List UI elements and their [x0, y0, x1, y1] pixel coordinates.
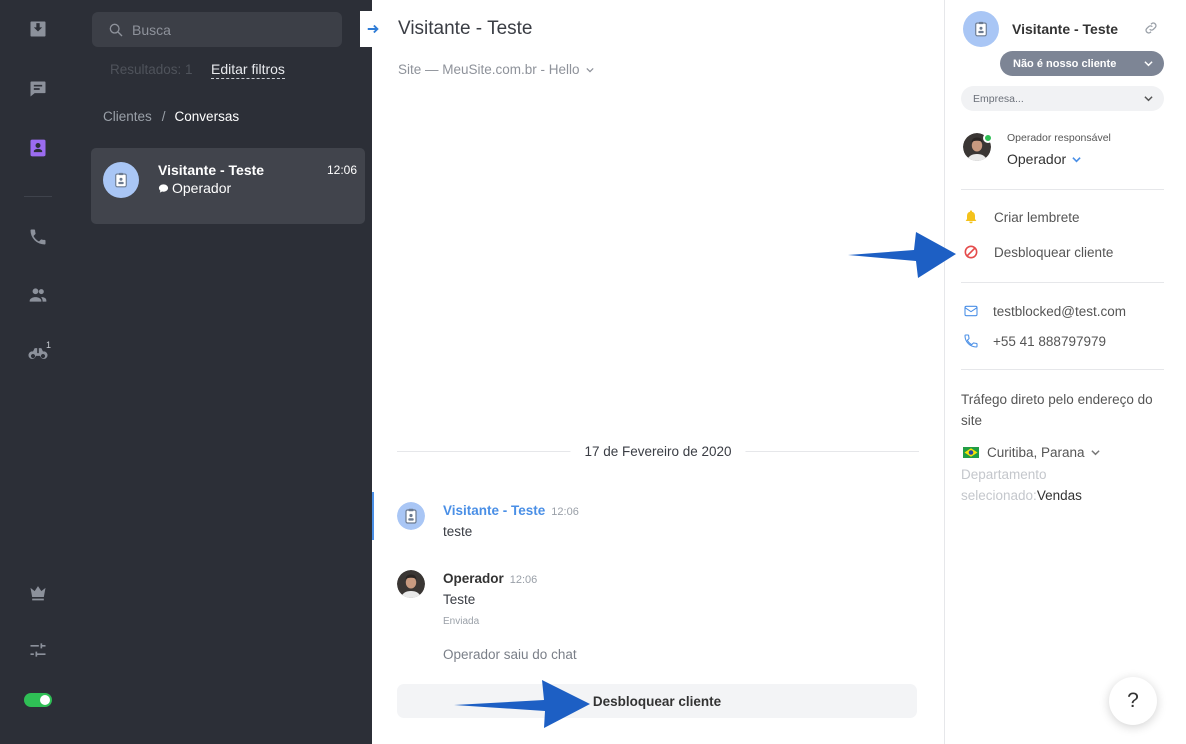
- visitor-avatar-small: [397, 502, 425, 530]
- phone-icon[interactable]: [26, 225, 50, 249]
- operator-name: Operador: [1007, 151, 1067, 167]
- brazil-flag-icon: [963, 447, 979, 458]
- message-text: teste: [443, 524, 473, 539]
- client-status-dropdown[interactable]: Não é nosso cliente: [1000, 51, 1164, 76]
- contacts-icon[interactable]: [26, 136, 50, 160]
- conversation-list-panel: Resultados: 1 Editar filtros Clientes / Co…: [77, 0, 372, 744]
- unblock-client-button[interactable]: Desbloquear cliente: [397, 684, 917, 718]
- email-row[interactable]: testblocked@test.com: [963, 303, 1126, 319]
- phone-value: +55 41 888797979: [993, 333, 1106, 349]
- settings-sliders-icon[interactable]: [26, 638, 50, 662]
- selected-message-indicator: [372, 492, 374, 540]
- speech-bubble-icon: [158, 183, 169, 193]
- message-time: 12:06: [509, 574, 538, 586]
- department-info: Departamento selecionado:Vendas: [961, 464, 1101, 506]
- email-value: testblocked@test.com: [993, 303, 1127, 319]
- client-avatar: [963, 11, 999, 47]
- results-count: Resultados: 1: [110, 62, 193, 77]
- conversation-subtitle: Operador: [158, 180, 231, 196]
- visitor-avatar: [103, 162, 139, 198]
- operator-label: Operador responsável: [1007, 132, 1111, 144]
- chevron-down-icon: [1072, 156, 1081, 162]
- chat-source-dropdown[interactable]: Site — MeuSite.com.br - Hello: [398, 62, 594, 77]
- location-value: Curitiba, Parana: [987, 445, 1085, 460]
- chat-title: Visitante - Teste: [398, 18, 533, 39]
- chat-panel: Visitante - Teste Site — MeuSite.com.br …: [372, 0, 944, 744]
- divider: [961, 189, 1164, 190]
- breadcrumb-separator: /: [161, 109, 166, 124]
- unblock-client-label: Desbloquear cliente: [994, 244, 1114, 260]
- chevron-down-icon: [1090, 450, 1100, 456]
- message-author: Visitante - Teste 12:06: [443, 503, 579, 518]
- conversation-subtitle-text: Operador: [172, 180, 232, 196]
- date-separator: 17 de Fevereiro de 2020: [397, 440, 919, 464]
- message-status: Enviada: [443, 616, 480, 627]
- message-author-name: Visitante - Teste: [443, 503, 546, 518]
- email-icon: [963, 303, 979, 319]
- create-reminder-action[interactable]: Criar lembrete: [963, 209, 1080, 225]
- clipboard-icon: [115, 172, 127, 188]
- rail-divider: [24, 196, 52, 197]
- conversation-name: Visitante - Teste: [158, 162, 265, 178]
- help-button[interactable]: ?: [1109, 677, 1157, 725]
- bell-icon: [963, 209, 979, 225]
- date-separator-label: 17 de Fevereiro de 2020: [570, 444, 746, 459]
- icon-rail: 1: [0, 0, 77, 744]
- client-name: Visitante - Teste: [1012, 21, 1119, 37]
- breadcrumb-conversas: Conversas: [174, 109, 240, 124]
- chat-source-text: Site — MeuSite.com.br - Hello: [398, 62, 580, 77]
- breadcrumb-clientes[interactable]: Clientes: [103, 109, 152, 124]
- chevron-down-icon: [1144, 96, 1153, 102]
- conversation-list-item[interactable]: Visitante - Teste 12:06 Operador: [91, 148, 365, 224]
- chat-icon[interactable]: [26, 77, 50, 101]
- unblock-client-action[interactable]: Desbloquear cliente: [963, 244, 1113, 260]
- divider: [961, 282, 1164, 283]
- search-box[interactable]: [92, 12, 342, 47]
- phone-icon: [963, 333, 979, 349]
- online-indicator: [983, 133, 993, 143]
- client-status-label: Não é nosso cliente: [1013, 57, 1117, 70]
- online-status-toggle[interactable]: [24, 693, 52, 707]
- message-time: 12:06: [551, 506, 579, 518]
- operator-dropdown[interactable]: Operador: [1007, 151, 1081, 167]
- operator-avatar-small: [397, 570, 425, 598]
- company-placeholder: Empresa...: [973, 92, 1024, 105]
- create-reminder-label: Criar lembrete: [994, 209, 1080, 225]
- traffic-source: Tráfego direto pelo endereço do site: [961, 392, 1153, 428]
- message-author-name: Operador: [443, 571, 504, 586]
- arrow-right-icon: [367, 24, 379, 34]
- inbox-icon[interactable]: [26, 17, 50, 41]
- chevron-down-icon: [1144, 61, 1153, 67]
- message-text: Teste: [443, 592, 476, 607]
- location-dropdown[interactable]: Curitiba, Parana: [963, 445, 1100, 460]
- department-value: Vendas: [1036, 488, 1082, 503]
- crown-icon[interactable]: [26, 580, 50, 604]
- search-icon: [109, 23, 123, 36]
- breadcrumb: Clientes / Conversas: [103, 109, 239, 124]
- company-select[interactable]: Empresa...: [961, 86, 1164, 111]
- conversation-time: 12:06: [326, 163, 357, 177]
- search-input[interactable]: [132, 21, 332, 38]
- department-label: Departamento selecionado:: [961, 467, 1047, 503]
- team-icon[interactable]: [26, 283, 50, 307]
- system-message: Operador saiu do chat: [443, 647, 577, 662]
- binoculars-badge: 1: [46, 340, 52, 350]
- edit-filters-link[interactable]: Editar filtros: [211, 61, 285, 79]
- collapse-list-button[interactable]: [360, 11, 386, 47]
- phone-row[interactable]: +55 41 888797979: [963, 333, 1106, 349]
- divider: [961, 369, 1164, 370]
- message-author: Operador 12:06: [443, 571, 537, 586]
- link-icon[interactable]: [1143, 20, 1159, 36]
- client-info-panel: Visitante - Teste Não é nosso cliente Em…: [944, 0, 1186, 744]
- block-icon: [963, 244, 979, 260]
- clipboard-icon: [975, 21, 987, 37]
- chevron-down-icon: [585, 67, 594, 72]
